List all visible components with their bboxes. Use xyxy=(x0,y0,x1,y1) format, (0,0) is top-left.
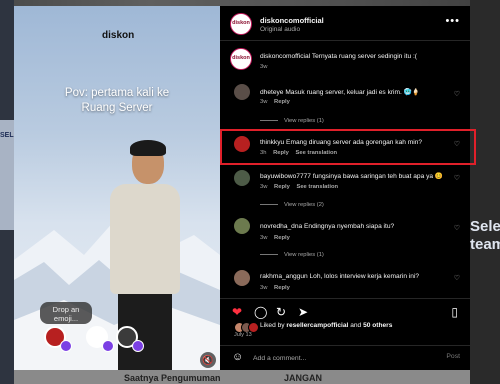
share-icon[interactable]: ➤ xyxy=(298,305,308,319)
post-date: July 13 xyxy=(234,332,252,338)
reply-button-4[interactable]: Reply xyxy=(274,235,290,241)
comment-username-5[interactable]: rakhma_anggun xyxy=(260,273,308,280)
comment-username-2[interactable]: thinkkyu xyxy=(260,139,284,146)
comment-text-1: dheteye Masuk ruang server, keluar jadi … xyxy=(260,88,448,97)
comment-like-icon-1[interactable]: ♡ xyxy=(454,90,460,98)
comment-composer: ☺ Post xyxy=(220,345,470,370)
background-bottom-text-2: JANGAN xyxy=(284,373,323,383)
comment-text-2: thinkkyu Emang diruang server ada goreng… xyxy=(260,138,448,147)
action-bar: ❤ ◯ ↻ ➤ ▯ xyxy=(220,298,470,323)
person-hair xyxy=(130,140,166,156)
comments-panel: diskon diskoncomofficial Original audio … xyxy=(220,6,476,370)
emoji-picker-icon[interactable]: ☺ xyxy=(232,351,243,363)
view-replies-3[interactable]: View replies (1) xyxy=(260,252,324,258)
background-left-banner: SELE xyxy=(0,120,19,230)
comment-body-2: Emang diruang server ada gorengan kah mi… xyxy=(286,139,423,146)
reaction-badge-1 xyxy=(60,340,72,352)
caption-username[interactable]: diskoncomofficial xyxy=(260,53,310,60)
comment-like-icon-4[interactable]: ♡ xyxy=(454,224,460,232)
comment-username-4[interactable]: novredha_dna xyxy=(260,223,302,230)
view-replies-1[interactable]: View replies (1) xyxy=(260,118,324,124)
brand-watermark: diskon xyxy=(102,30,135,41)
likes-prefix: Liked by xyxy=(260,322,285,329)
see-translation-button-2[interactable]: See translation xyxy=(296,150,338,156)
comment-meta-3: 3w Reply See translation xyxy=(260,184,338,190)
caption-avatar-text: diskon xyxy=(232,55,250,61)
comment-text-5: rakhma_anggun Loh, lolos interview kerja… xyxy=(260,272,448,281)
comment-body-5: Loh, lolos interview kerja kemarin ini? xyxy=(309,273,420,280)
reply-button-5[interactable]: Reply xyxy=(274,285,290,291)
author-avatar-text: diskon xyxy=(232,20,250,26)
emoji-reaction-chip[interactable]: Drop an emoji... xyxy=(40,302,92,324)
background-bottom-text-1: Saatnya Pengumuman xyxy=(124,373,221,383)
comment-username-1[interactable]: dheteye xyxy=(260,89,283,96)
comment-avatar-2[interactable] xyxy=(234,136,250,152)
reaction-badge-2 xyxy=(102,340,114,352)
highlight-box xyxy=(220,129,476,165)
author-username[interactable]: diskoncomofficial xyxy=(260,16,324,25)
comment-avatar-5[interactable] xyxy=(234,270,250,286)
reaction-badge-3 xyxy=(132,340,144,352)
bookmark-icon[interactable]: ▯ xyxy=(451,305,458,319)
video-caption: Pov: pertama kali ke Ruang Server xyxy=(14,86,220,116)
comment-time-2: 3h xyxy=(260,150,267,156)
reply-button-2[interactable]: Reply xyxy=(273,150,289,156)
person-body xyxy=(110,184,180,294)
post-button[interactable]: Post xyxy=(446,353,460,360)
caption-time: 3w xyxy=(260,64,268,70)
comment-time-5: 3w xyxy=(260,285,268,291)
comment-avatar-4[interactable] xyxy=(234,218,250,234)
comment-meta-1: 3w Reply xyxy=(260,99,290,105)
comment-meta-5: 3w Reply xyxy=(260,285,290,291)
comment-avatar-3[interactable] xyxy=(234,170,250,186)
repost-icon[interactable]: ↻ xyxy=(276,305,286,319)
post-header: diskon diskoncomofficial Original audio … xyxy=(220,6,470,41)
background-bottom-strip: Saatnya Pengumuman JANGAN xyxy=(14,370,470,384)
comment-input[interactable] xyxy=(253,352,423,364)
likes-summary: Liked by resellercampofficial and 50 oth… xyxy=(260,322,392,329)
comment-like-icon-5[interactable]: ♡ xyxy=(454,274,460,282)
comment-icon[interactable]: ◯ xyxy=(254,305,267,319)
comment-username-3[interactable]: bayuwibowo7777 xyxy=(260,173,311,180)
post-modal: diskon Pov: pertama kali ke Ruang Server… xyxy=(14,6,476,370)
comment-like-icon-3[interactable]: ♡ xyxy=(454,174,460,182)
background-left-text: SELE xyxy=(0,132,19,139)
author-avatar[interactable]: diskon xyxy=(230,13,252,35)
reel-video[interactable]: diskon Pov: pertama kali ke Ruang Server… xyxy=(14,6,220,370)
caption-avatar[interactable]: diskon xyxy=(230,48,252,70)
background-right-text: Sele team xyxy=(470,218,500,253)
more-options-icon[interactable]: ••• xyxy=(445,15,460,27)
comment-text-3: bayuwibowo7777 fungsinya bawa saringan t… xyxy=(260,172,448,181)
likes-others-link[interactable]: 50 others xyxy=(363,322,392,329)
caption-text: diskoncomofficial Ternyata ruang server … xyxy=(260,52,448,61)
video-caption-line-1: Pov: pertama kali ke xyxy=(64,87,170,99)
reply-button-1[interactable]: Reply xyxy=(274,99,290,105)
comment-meta-2: 3h Reply See translation xyxy=(260,150,337,156)
comment-body-1: Masuk ruang server, keluar jadi es krim.… xyxy=(285,89,421,96)
comment-text-4: novredha_dna Endingnya nyembah siapa itu… xyxy=(260,222,448,231)
comment-time-1: 3w xyxy=(260,99,268,105)
likes-user-link[interactable]: resellercampofficial xyxy=(286,322,348,329)
comment-time-4: 3w xyxy=(260,235,268,241)
comment-time-3: 3w xyxy=(260,184,268,190)
likes-connector: and xyxy=(350,322,362,329)
see-translation-button-3[interactable]: See translation xyxy=(296,184,338,190)
video-caption-line-2: Ruang Server xyxy=(81,102,153,114)
audio-label[interactable]: Original audio xyxy=(260,26,300,33)
background-right-strip xyxy=(470,0,500,384)
comment-avatar-1[interactable] xyxy=(234,84,250,100)
caption-body: Ternyata ruang server sedingin itu :( xyxy=(311,53,417,60)
comment-body-3: fungsinya bawa saringan teh buat apa ya … xyxy=(312,173,444,180)
speaker-muted-icon[interactable]: 🔇 xyxy=(200,352,216,368)
reply-button-3[interactable]: Reply xyxy=(274,184,290,190)
view-replies-2[interactable]: View replies (2) xyxy=(260,202,324,208)
comment-meta-4: 3w Reply xyxy=(260,235,290,241)
heart-icon[interactable]: ❤ xyxy=(232,305,242,319)
comment-like-icon-2[interactable]: ♡ xyxy=(454,140,460,148)
comment-body-4: Endingnya nyembah siapa itu? xyxy=(304,223,395,230)
